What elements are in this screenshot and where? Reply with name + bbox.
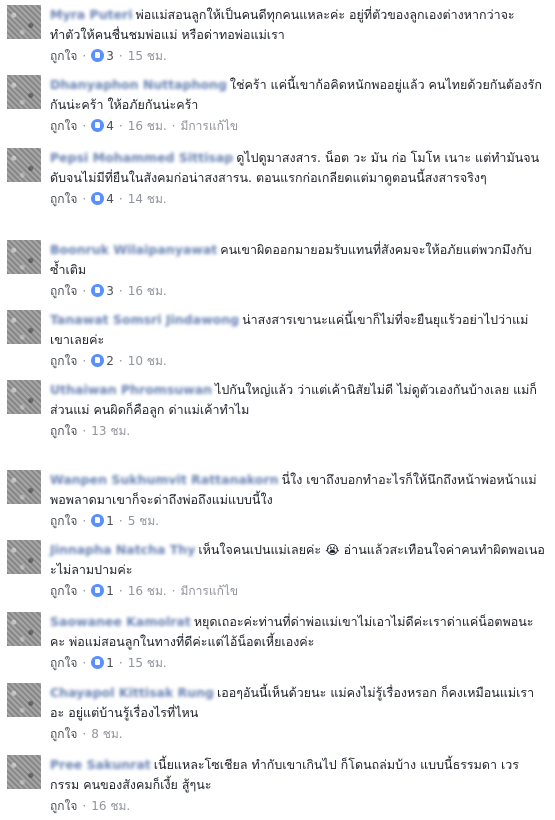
like-button[interactable]: ถูกใจ (50, 424, 77, 438)
timestamp[interactable]: 10 ชม. (128, 354, 167, 368)
avatar[interactable] (7, 75, 41, 109)
avatar[interactable] (7, 755, 41, 789)
commenter-name[interactable]: Uthaiwan Phromsuwan (50, 380, 212, 400)
like-button[interactable]: ถูกใจ (50, 192, 77, 206)
comment-meta: ถูกใจ · 1 · 5 ชม. (50, 514, 160, 528)
comment-meta: ถูกใจ · 3 · 15 ชม. (50, 49, 167, 63)
reaction-count[interactable]: 3 (106, 284, 114, 298)
timestamp[interactable]: 8 ชม. (91, 727, 122, 741)
avatar[interactable] (7, 470, 41, 504)
comment-meta: ถูกใจ · 1 · 16 ชม. · มีการแก้ไข (50, 584, 239, 598)
like-reaction-icon[interactable] (91, 49, 105, 62)
timestamp[interactable]: 14 ชม. (128, 192, 167, 206)
comment-meta: ถูกใจ · 4 · 16 ชม. · มีการแก้ไข (50, 119, 239, 133)
timestamp[interactable]: 5 ชม. (128, 514, 159, 528)
commenter-name[interactable]: Wanpen Sukhumvit Rattanakorn (50, 470, 279, 490)
timestamp[interactable]: 13 ชม. (91, 424, 130, 438)
avatar[interactable] (7, 5, 41, 39)
like-button[interactable]: ถูกใจ (50, 119, 77, 133)
commenter-name[interactable]: Boonruk Wilaipanyawat (50, 240, 217, 260)
like-button[interactable]: ถูกใจ (50, 656, 77, 670)
like-reaction-icon[interactable] (91, 514, 105, 527)
timestamp[interactable]: 16 ชม. (91, 799, 130, 813)
reaction-count[interactable]: 1 (106, 656, 114, 670)
like-reaction-icon[interactable] (91, 584, 105, 597)
avatar[interactable] (7, 683, 41, 717)
like-button[interactable]: ถูกใจ (50, 584, 77, 598)
timestamp[interactable]: 16 ชม. (128, 284, 167, 298)
comment-meta: ถูกใจ · 8 ชม. (50, 727, 123, 741)
edited-label[interactable]: มีการแก้ไข (181, 119, 239, 133)
commenter-name[interactable]: Dhanyaphon Nuttaphong (50, 75, 227, 95)
comment-meta: ถูกใจ · 1 · 15 ชม. (50, 656, 167, 670)
reaction-count[interactable]: 3 (106, 49, 114, 63)
like-button[interactable]: ถูกใจ (50, 514, 77, 528)
like-button[interactable]: ถูกใจ (50, 49, 77, 63)
reaction-count[interactable]: 4 (106, 119, 114, 133)
commenter-name[interactable]: Chayapol Kittisak Rung (50, 683, 214, 703)
reaction-count[interactable]: 1 (106, 514, 114, 528)
comment-meta: ถูกใจ · 3 · 16 ชม. (50, 284, 167, 298)
avatar[interactable] (7, 148, 41, 182)
comment-meta: ถูกใจ · 16 ชม. (50, 799, 131, 813)
timestamp[interactable]: 15 ชม. (128, 656, 167, 670)
avatar[interactable] (7, 310, 41, 344)
comment-meta: ถูกใจ · 13 ชม. (50, 424, 131, 438)
like-button[interactable]: ถูกใจ (50, 354, 77, 368)
commenter-name[interactable]: Myra Puteri (50, 5, 133, 25)
timestamp[interactable]: 16 ชม. (128, 119, 167, 133)
comment-meta: ถูกใจ · 2 · 10 ชม. (50, 354, 167, 368)
reaction-count[interactable]: 1 (106, 584, 114, 598)
reaction-count[interactable]: 4 (106, 192, 114, 206)
like-reaction-icon[interactable] (91, 119, 105, 132)
like-button[interactable]: ถูกใจ (50, 799, 77, 813)
edited-label[interactable]: มีการแก้ไข (181, 584, 239, 598)
avatar[interactable] (7, 240, 41, 274)
commenter-name[interactable]: Pree Sakunrat (50, 755, 151, 775)
commenter-name[interactable]: Saowanee Kamolrat (50, 612, 191, 632)
commenter-name[interactable]: Jinnapha Natcha Thy (50, 540, 195, 560)
avatar[interactable] (7, 540, 41, 574)
timestamp[interactable]: 15 ชม. (128, 49, 167, 63)
avatar[interactable] (7, 612, 41, 646)
reaction-count[interactable]: 2 (106, 354, 114, 368)
like-reaction-icon[interactable] (91, 656, 105, 669)
avatar[interactable] (7, 380, 41, 414)
like-button[interactable]: ถูกใจ (50, 284, 77, 298)
timestamp[interactable]: 16 ชม. (128, 584, 167, 598)
like-reaction-icon[interactable] (91, 354, 105, 367)
like-reaction-icon[interactable] (91, 284, 105, 297)
commenter-name[interactable]: Tanawat Somsri Jindawong (50, 310, 239, 330)
comment-meta: ถูกใจ · 4 · 14 ชม. (50, 192, 167, 206)
like-reaction-icon[interactable] (91, 192, 105, 205)
like-button[interactable]: ถูกใจ (50, 727, 77, 741)
commenter-name[interactable]: Pepsi Mohammed Sittisap (50, 148, 233, 168)
